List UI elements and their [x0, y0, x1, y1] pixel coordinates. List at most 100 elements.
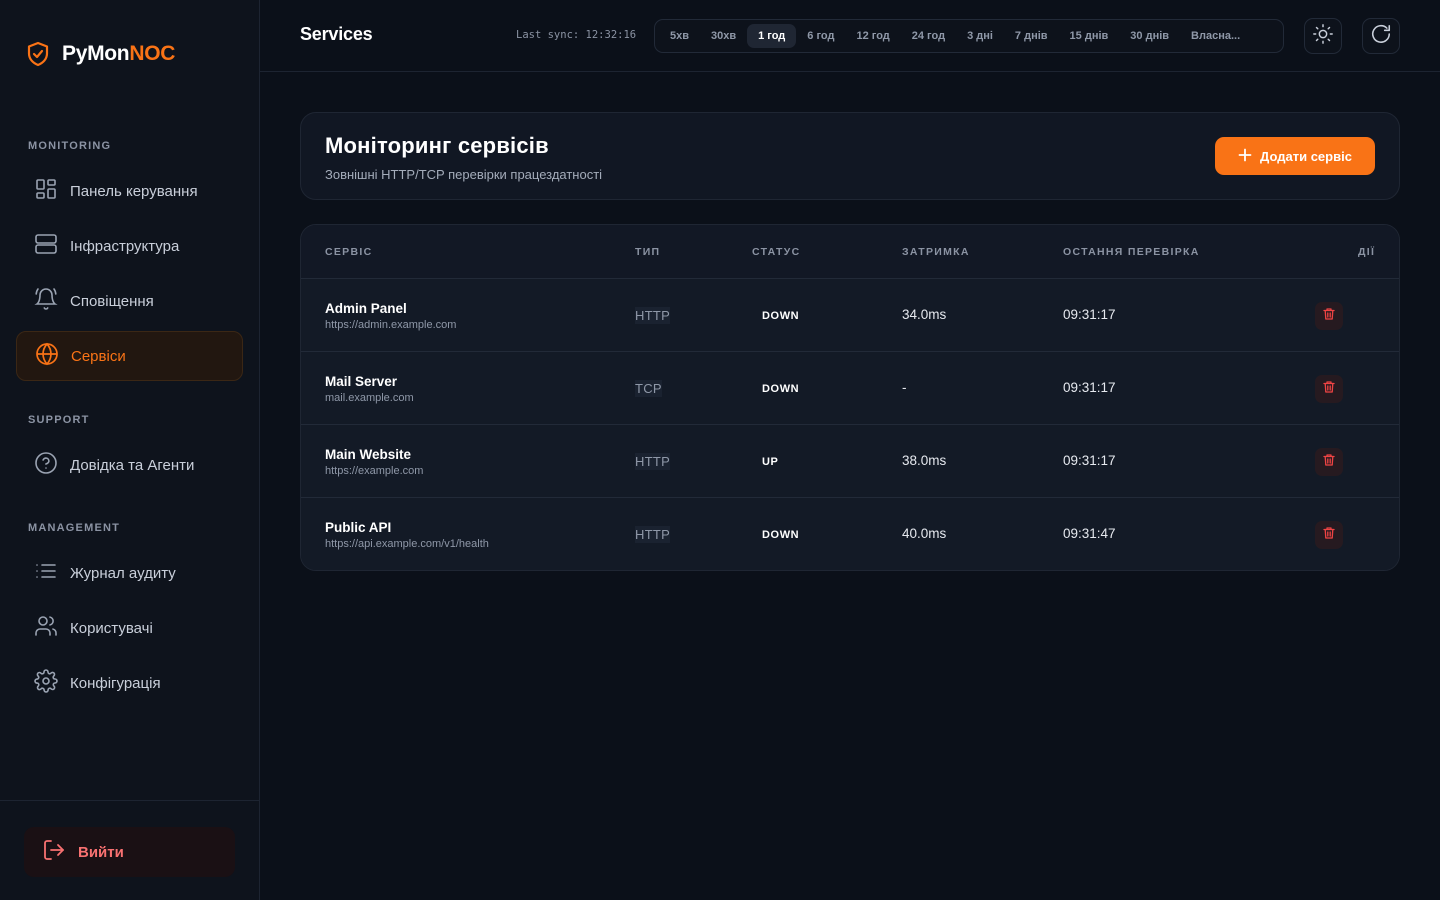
column-header-type[interactable]: ТИП	[635, 246, 660, 258]
service-url: mail.example.com	[325, 392, 414, 404]
table-row[interactable]: Main Website https://example.com HTTP UP…	[301, 425, 1399, 498]
sidebar-item-dashboard[interactable]: Панель керування	[16, 166, 243, 216]
sidebar: PyMonNOC MONITORING Панель керування Інф…	[0, 0, 260, 900]
sidebar-item-infrastructure[interactable]: Інфраструктура	[16, 221, 243, 271]
sidebar-item-label: Конфігурація	[70, 674, 161, 692]
column-header-status[interactable]: СТАТУС	[752, 246, 800, 258]
refresh-icon	[1370, 23, 1392, 50]
sidebar-item-label: Користувачі	[70, 619, 153, 637]
range-custom[interactable]: Власна...	[1180, 24, 1251, 48]
range-7d[interactable]: 7 днів	[1004, 24, 1059, 48]
time-range-selector: 5хв 30хв 1 год 6 год 12 год 24 год 3 дні…	[654, 19, 1284, 53]
page-subtitle: Зовнішні HTTP/TCP перевірки працездатнос…	[325, 167, 603, 182]
status-badge: DOWN	[762, 383, 800, 395]
users-icon	[34, 614, 58, 642]
range-5m[interactable]: 5хв	[659, 24, 700, 48]
service-latency: 40.0ms	[902, 526, 947, 541]
service-name: Public API	[325, 520, 392, 535]
status-badge: UP	[762, 456, 779, 468]
refresh-button[interactable]	[1362, 18, 1400, 54]
section-label-support: SUPPORT	[28, 414, 90, 426]
service-last-check: 09:31:47	[1063, 526, 1116, 541]
logout-icon	[42, 838, 66, 866]
help-icon	[34, 451, 58, 479]
last-sync-text: Last sync: 12:32:16	[516, 29, 637, 41]
range-12h[interactable]: 12 год	[845, 24, 900, 48]
delete-service-button[interactable]	[1315, 375, 1343, 403]
trash-icon	[1322, 307, 1336, 326]
sidebar-item-label: Довідка та Агенти	[70, 456, 195, 474]
add-service-button[interactable]: Додати сервіс	[1215, 137, 1375, 175]
range-30d[interactable]: 30 днів	[1119, 24, 1180, 48]
logout-button[interactable]: Вийти	[24, 827, 235, 877]
sun-icon	[1312, 23, 1334, 50]
service-type: TCP	[635, 380, 662, 397]
sidebar-item-configuration[interactable]: Конфігурація	[16, 658, 243, 708]
service-last-check: 09:31:17	[1063, 453, 1116, 468]
service-type: HTTP	[635, 526, 671, 543]
status-badge: DOWN	[762, 529, 800, 541]
column-header-service[interactable]: СЕРВІС	[325, 246, 372, 258]
service-type: HTTP	[635, 307, 671, 324]
page-title: Моніторинг сервісів	[325, 133, 549, 158]
plus-icon	[1238, 148, 1252, 165]
service-name: Mail Server	[325, 374, 398, 389]
service-latency: 38.0ms	[902, 453, 947, 468]
sidebar-item-label: Інфраструктура	[70, 237, 180, 255]
status-badge: DOWN	[762, 310, 800, 322]
shield-check-icon	[26, 41, 50, 67]
range-30m[interactable]: 30хв	[700, 24, 747, 48]
brand-name-part2: NOC	[129, 42, 176, 65]
globe-icon	[35, 342, 59, 370]
sidebar-item-help[interactable]: Довідка та Агенти	[16, 440, 243, 490]
brand-name: PyMonNOC	[62, 42, 175, 66]
sidebar-item-label: Журнал аудиту	[70, 564, 176, 582]
range-3d[interactable]: 3 дні	[956, 24, 1004, 48]
service-name: Main Website	[325, 447, 412, 462]
trash-icon	[1322, 526, 1336, 545]
service-last-check: 09:31:17	[1063, 307, 1116, 322]
page-title-card: Моніторинг сервісів Зовнішні HTTP/TCP пе…	[300, 112, 1400, 200]
theme-toggle-button[interactable]	[1304, 18, 1342, 54]
services-table: СЕРВІС ТИП СТАТУС ЗАТРИМКА ОСТАННЯ ПЕРЕВ…	[300, 224, 1400, 571]
service-url: https://api.example.com/v1/health	[325, 538, 489, 550]
column-header-latency[interactable]: ЗАТРИМКА	[902, 246, 970, 258]
service-url: https://example.com	[325, 465, 424, 477]
page-heading: Services	[300, 24, 373, 44]
range-1h[interactable]: 1 год	[747, 24, 797, 48]
sidebar-footer: Вийти	[0, 800, 259, 900]
brand-logo[interactable]: PyMonNOC	[26, 40, 175, 68]
range-15d[interactable]: 15 днів	[1059, 24, 1120, 48]
service-url: https://admin.example.com	[325, 319, 457, 331]
top-header: Services Last sync: 12:32:16 5хв 30хв 1 …	[260, 0, 1440, 72]
trash-icon	[1322, 453, 1336, 472]
sidebar-item-services[interactable]: Сервіси	[16, 331, 243, 381]
service-name: Admin Panel	[325, 301, 407, 316]
delete-service-button[interactable]	[1315, 448, 1343, 476]
section-label-monitoring: MONITORING	[28, 140, 112, 152]
range-24h[interactable]: 24 год	[901, 24, 956, 48]
section-label-management: MANAGEMENT	[28, 522, 121, 534]
sidebar-item-label: Сервіси	[71, 347, 126, 365]
sidebar-item-users[interactable]: Користувачі	[16, 603, 243, 653]
list-icon	[34, 559, 58, 587]
delete-service-button[interactable]	[1315, 521, 1343, 549]
delete-service-button[interactable]	[1315, 302, 1343, 330]
dashboard-icon	[34, 177, 58, 205]
table-row[interactable]: Admin Panel https://admin.example.com HT…	[301, 279, 1399, 352]
logout-label: Вийти	[78, 843, 124, 861]
table-row[interactable]: Mail Server mail.example.com TCP DOWN - …	[301, 352, 1399, 425]
column-header-last-check[interactable]: ОСТАННЯ ПЕРЕВІРКА	[1063, 246, 1200, 258]
sidebar-item-alerts[interactable]: Сповіщення	[16, 276, 243, 326]
trash-icon	[1322, 380, 1336, 399]
table-row[interactable]: Public API https://api.example.com/v1/he…	[301, 498, 1399, 570]
table-header: СЕРВІС ТИП СТАТУС ЗАТРИМКА ОСТАННЯ ПЕРЕВ…	[301, 225, 1399, 279]
server-icon	[34, 232, 58, 260]
range-6h[interactable]: 6 год	[796, 24, 845, 48]
service-type: HTTP	[635, 453, 671, 470]
sidebar-item-audit-log[interactable]: Журнал аудиту	[16, 548, 243, 598]
service-latency: 34.0ms	[902, 307, 947, 322]
brand-name-part1: PyMon	[62, 42, 130, 65]
column-header-actions: ДІЇ	[1358, 246, 1376, 258]
sidebar-item-label: Сповіщення	[70, 292, 154, 310]
